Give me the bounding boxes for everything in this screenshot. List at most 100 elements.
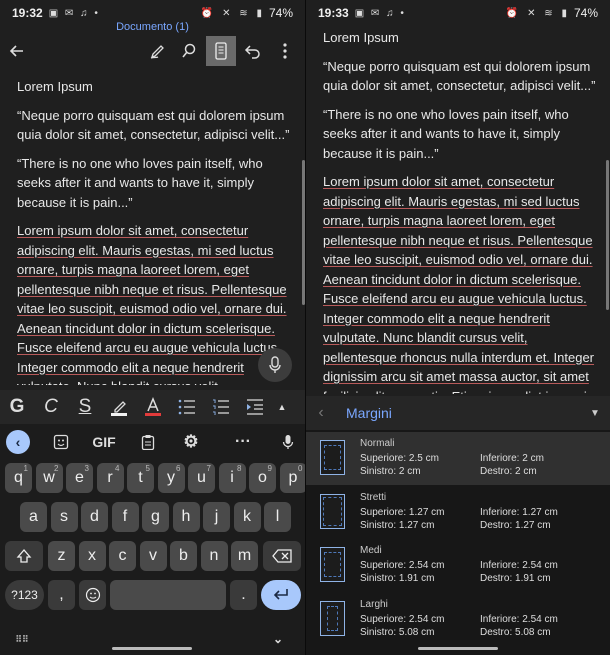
dictation-button[interactable] [258,348,292,382]
shift-key[interactable] [5,541,43,571]
key-s[interactable]: s [50,502,78,532]
doc-quote-1: “Neque porro quisquam est qui dolorem ip… [17,107,290,143]
key-label: r [107,469,113,486]
margin-top-value: Superiore: 2.5 cm [360,453,439,464]
keyboard-collapse-icon[interactable]: ‹ [6,430,30,454]
keyboard-switch-icon[interactable]: ⠿⠿ [12,624,32,654]
doc-quote-1: “Neque porro quisquam est qui dolorem ip… [323,58,596,94]
margin-option-stretti[interactable]: Stretti Superiore: 1.27 cm Sinistro: 1.27 … [306,486,610,539]
indent-icon[interactable] [238,390,272,424]
key-v[interactable]: v [139,541,167,571]
voice-input-icon[interactable] [275,427,301,457]
key-l[interactable]: l [264,502,291,532]
key-label: y [167,469,175,486]
key-g[interactable]: g [142,502,169,532]
status-time: 19:33 [318,6,349,20]
key-hint: 0 [298,464,303,473]
key-e[interactable]: e3 [66,463,93,493]
clipboard-icon[interactable] [135,427,161,457]
back-chevron-icon[interactable]: ‹ [306,404,336,422]
collapse-caret-icon[interactable]: ▼ [580,408,610,419]
key-hint: 4 [115,464,120,473]
margin-bottom-value: Inferiore: 2 cm [480,453,544,464]
document-scrollbar[interactable] [606,160,609,310]
page-margin-preview-icon [320,600,345,636]
key-f[interactable]: f [111,502,139,532]
margin-bottom-value: Inferiore: 1.27 cm [480,506,558,518]
margin-option-normali[interactable]: Normali Superiore: 2.5 cm Sinistro: 2 cm In… [306,432,610,485]
key-z[interactable]: z [48,541,75,571]
key-d[interactable]: d [81,502,108,532]
key-y[interactable]: y6 [157,463,185,493]
doc-quote-2: “There is no one who loves pain itself, … [323,106,569,161]
margin-option-name: Larghi [360,598,388,610]
space-key[interactable] [110,580,226,610]
margin-right-value: Destro: 2 cm [480,466,537,477]
sticker-icon[interactable] [48,427,74,457]
undo-icon[interactable] [238,36,268,66]
gesture-nav-bar[interactable] [418,647,498,650]
key-o[interactable]: o9 [249,463,276,493]
font-color-icon[interactable] [136,390,170,424]
margin-option-larghi[interactable]: Larghi Superiore: 2.54 cm Sinistro: 5.08 c… [306,593,610,646]
key-u[interactable]: u7 [188,463,215,493]
bold-button[interactable]: G [0,390,34,424]
mobile-view-icon[interactable] [206,36,236,66]
numbered-list-icon[interactable] [204,390,238,424]
key-k[interactable]: k [233,502,261,532]
system-icons: ⏰ ✕ ≋ ▮ [505,7,570,19]
margin-option-name: Medi [360,545,382,556]
page-margin-preview-icon [320,547,345,582]
pen-draw-icon[interactable] [143,36,173,66]
document-body[interactable]: Lorem Ipsum “Neque porro quisquam est qu… [17,77,291,385]
enter-key[interactable] [261,580,301,610]
underline-button[interactable]: S [68,390,102,424]
document-title[interactable]: Documento (1) [0,21,305,33]
hide-keyboard-icon[interactable]: ⌄ [268,624,288,654]
margin-top-value: Superiore: 1.27 cm [360,506,445,518]
margin-top-value: Superiore: 2.54 cm [360,613,445,625]
gif-button[interactable]: GIF [88,427,120,457]
battery-level: 74% [573,6,598,20]
key-w[interactable]: w2 [35,463,63,493]
italic-button[interactable]: C [34,390,68,424]
doc-heading: Lorem Ipsum [17,79,93,94]
doc-paragraph: Lorem ipsum dolor sit amet, consectetur … [17,223,287,385]
doc-quote-2: “There is no one who loves pain itself, … [17,155,263,210]
document-body[interactable]: Lorem Ipsum “Neque porro quisquam est qu… [323,28,596,394]
more-keyboard-icon[interactable]: ··· [230,427,256,457]
onscreen-keyboard: ‹ GIF ⚙ ··· q1w2e3r4t5y6u7i8o9p0 asdfghj… [0,424,305,655]
margin-option-name: Stretti [360,491,387,503]
page-margin-preview-icon [320,493,345,529]
key-i[interactable]: i8 [218,463,246,493]
key-c[interactable]: c [109,541,136,571]
key-t[interactable]: t5 [127,463,154,493]
margins-panel: ‹ Margini ▼ Normali Superiore: 2.5 cm Sini… [306,396,610,655]
bullet-list-icon[interactable] [170,390,204,424]
more-options-icon[interactable] [270,36,300,66]
key-n[interactable]: n [200,541,228,571]
key-m[interactable]: m [231,541,258,571]
symbols-key[interactable]: ?123 [5,580,44,610]
back-arrow-icon[interactable] [2,36,32,66]
key-r[interactable]: r4 [96,463,124,493]
key-j[interactable]: j [203,502,230,532]
key-h[interactable]: h [172,502,200,532]
period-key[interactable]: . [230,580,257,610]
search-icon[interactable] [174,36,204,66]
system-icons: ⏰ ✕ ≋ ▮ [200,7,265,19]
highlight-icon[interactable] [102,390,136,424]
emoji-key[interactable] [79,580,106,610]
gesture-nav-bar[interactable] [112,647,192,650]
key-p[interactable]: p0 [279,463,305,493]
expand-up-icon[interactable]: ▲ [272,390,292,424]
key-q[interactable]: q1 [5,463,32,493]
key-a[interactable]: a [20,502,47,532]
settings-gear-icon[interactable]: ⚙ [178,427,204,457]
margin-option-medi[interactable]: Medi Superiore: 2.54 cm Sinistro: 1.91 cm I… [306,539,610,592]
backspace-key[interactable] [263,541,301,571]
key-x[interactable]: x [78,541,106,571]
key-b[interactable]: b [170,541,197,571]
app-toolbar [0,36,305,70]
comma-key[interactable]: , [48,580,75,610]
